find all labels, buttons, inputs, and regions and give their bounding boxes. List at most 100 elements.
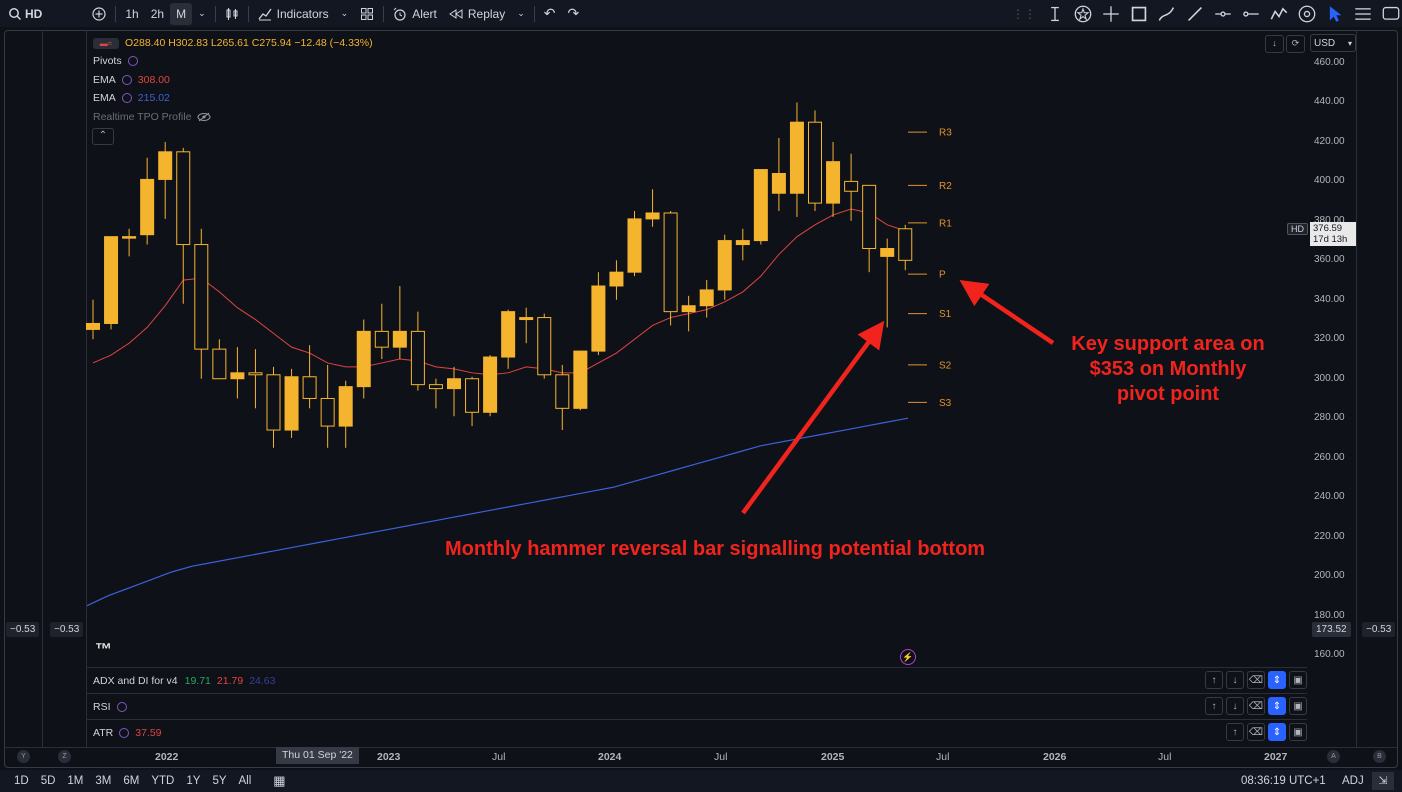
currency-select[interactable]: USD ▾: [1310, 34, 1356, 52]
alert-label: Alert: [412, 6, 437, 21]
horizontal-line-icon[interactable]: [1242, 5, 1260, 23]
fullscreen-icon[interactable]: ⇲: [1372, 772, 1394, 790]
range-button-all[interactable]: All: [235, 775, 256, 787]
move-down-button[interactable]: ↓: [1226, 697, 1244, 715]
currency-value: USD: [1314, 38, 1336, 49]
indicator-settings-icon[interactable]: [121, 75, 132, 85]
maximize-pane-button[interactable]: ⇕: [1268, 671, 1286, 689]
horizontal-ray-icon[interactable]: [1214, 5, 1232, 23]
time-tick-label: 2027: [1264, 751, 1288, 763]
divider: [383, 5, 385, 22]
price-tick-label: 460.00: [1314, 57, 1345, 68]
pane-rsi-label: RSI: [93, 701, 111, 713]
range-button-5d[interactable]: 5D: [37, 775, 60, 787]
legend-tpo[interactable]: Realtime TPO Profile: [93, 111, 211, 123]
trend-line-icon[interactable]: [1186, 5, 1204, 23]
pane-adx[interactable]: ADX and DI for v4 19.71 21.79 24.63 ↑ ↓ …: [86, 667, 1307, 694]
indicator-settings-icon[interactable]: [119, 728, 130, 738]
menu-icon[interactable]: [1354, 5, 1372, 23]
alert-button[interactable]: Alert: [387, 0, 443, 27]
maximize-pane-button[interactable]: ⇕: [1268, 723, 1286, 741]
series-toggle[interactable]: ▬≈: [93, 37, 119, 49]
time-tick-label: 2025: [821, 751, 845, 763]
delete-pane-button[interactable]: ⌫: [1247, 671, 1265, 689]
move-down-button[interactable]: ↓: [1226, 671, 1244, 689]
range-button-1d[interactable]: 1D: [10, 775, 33, 787]
interval-m[interactable]: M: [170, 2, 193, 25]
pane-rsi[interactable]: RSI ↑ ↓ ⌫ ⇕ ▣: [86, 693, 1307, 720]
range-button-6m[interactable]: 6M: [119, 775, 143, 787]
pane-settings-button[interactable]: ▣: [1289, 697, 1307, 715]
pane-settings-button[interactable]: ▣: [1289, 723, 1307, 741]
divider: [533, 5, 535, 22]
legend-pivots[interactable]: Pivots: [93, 55, 138, 67]
indicator-settings-icon[interactable]: [116, 702, 127, 712]
indicators-dropdown[interactable]: ⌄: [335, 0, 355, 27]
last-price-badge: 376.59 17d 13h: [1310, 222, 1356, 246]
symbol-search[interactable]: HD: [0, 0, 48, 27]
range-button-3m[interactable]: 3M: [91, 775, 115, 787]
brush-icon[interactable]: [1158, 5, 1176, 23]
delete-pane-button[interactable]: ⌫: [1247, 723, 1265, 741]
maximize-pane-button[interactable]: ⇕: [1268, 697, 1286, 715]
move-up-button[interactable]: ↑: [1226, 723, 1244, 741]
calendar-icon[interactable]: ▦: [273, 773, 285, 789]
chat-bubble-icon[interactable]: [1382, 5, 1400, 23]
scale-btn-b[interactable]: B: [1373, 750, 1386, 763]
top-toolbar: HD 1h 2h M ⌄ Indicators ⌄ Alert Replay ⌄…: [0, 0, 1402, 27]
replay-dropdown[interactable]: ⌄: [511, 0, 531, 27]
lightning-icon[interactable]: ⚡: [900, 649, 916, 665]
price-tick-label: 220.00: [1314, 530, 1345, 542]
redo-button[interactable]: ↷: [562, 0, 586, 27]
pane-atr[interactable]: ATR 37.59 ↑ ⌫ ⇕ ▣: [86, 719, 1307, 746]
indicators-button[interactable]: Indicators: [252, 0, 335, 27]
crosshair-icon[interactable]: [1102, 5, 1120, 23]
pane-settings-button[interactable]: ▣: [1289, 671, 1307, 689]
move-up-button[interactable]: ↑: [1205, 671, 1223, 689]
undo-button[interactable]: ↶: [538, 0, 562, 27]
star-icon[interactable]: [1074, 5, 1092, 23]
price-tick-label: 420.00: [1314, 135, 1345, 147]
right-price-crosshair: 173.52: [1312, 622, 1351, 637]
path-icon[interactable]: [1270, 5, 1288, 23]
replay-button[interactable]: Replay: [443, 0, 511, 27]
scroll-down-button[interactable]: ↓: [1265, 35, 1284, 53]
legend-ema2[interactable]: EMA 215.02: [93, 92, 170, 104]
clock-label[interactable]: 08:36:19 UTC+1: [1241, 775, 1326, 787]
adj-toggle[interactable]: ADJ: [1342, 775, 1364, 787]
range-button-5y[interactable]: 5Y: [208, 775, 230, 787]
interval-dropdown[interactable]: ⌄: [192, 0, 212, 27]
price-tick-label: 180.00: [1314, 609, 1345, 621]
range-button-1y[interactable]: 1Y: [182, 775, 204, 787]
range-button-1m[interactable]: 1M: [63, 775, 87, 787]
indicators-label: Indicators: [276, 6, 329, 21]
adx-value-2: 21.79: [216, 675, 244, 687]
indicator-settings-icon[interactable]: [121, 93, 132, 103]
indicator-settings-icon[interactable]: [127, 56, 138, 66]
delete-pane-button[interactable]: ⌫: [1247, 697, 1265, 715]
collapse-legend-button[interactable]: ⌃: [92, 128, 114, 145]
interval-1h[interactable]: 1h: [119, 0, 144, 27]
eye-hidden-icon[interactable]: [197, 112, 211, 122]
scale-btn-z[interactable]: Z: [58, 750, 71, 763]
cursor-icon[interactable]: [1326, 5, 1344, 23]
interval-2h[interactable]: 2h: [145, 0, 170, 27]
reset-scale-button[interactable]: ⟳: [1286, 35, 1305, 53]
rectangle-icon[interactable]: [1130, 5, 1148, 23]
eye-target-icon[interactable]: [1298, 5, 1316, 23]
legend-ema1[interactable]: EMA 308.00: [93, 74, 170, 86]
layouts-button[interactable]: [354, 0, 380, 27]
last-price-value: 376.59: [1313, 223, 1343, 234]
range-button-ytd[interactable]: YTD: [147, 775, 178, 787]
hammer-annotation: Monthly hammer reversal bar signalling p…: [445, 538, 986, 560]
chart-type-button[interactable]: [219, 0, 245, 27]
drag-handle-icon[interactable]: ⋮⋮: [1012, 7, 1036, 21]
time-axis[interactable]: [4, 747, 1398, 768]
move-up-button[interactable]: ↑: [1205, 697, 1223, 715]
time-tick-label: 2022: [155, 751, 179, 763]
scale-btn-a[interactable]: A: [1327, 750, 1340, 763]
ohlc-low: L265.61: [210, 37, 249, 49]
compare-button[interactable]: [86, 0, 112, 27]
scale-btn-y[interactable]: Y: [17, 750, 30, 763]
text-cursor-icon[interactable]: [1046, 5, 1064, 23]
